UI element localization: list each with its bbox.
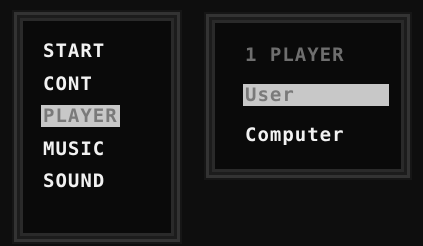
menu-item-label: MUSIC	[43, 137, 106, 160]
player-option-user[interactable]: User	[243, 75, 389, 115]
player-option-label: Computer	[245, 124, 345, 146]
menu-item-label: SOUND	[43, 170, 106, 192]
main-menu-panel: START CONT PLAYER MUSIC SOUND	[14, 12, 180, 242]
player-option-label: User	[243, 84, 389, 106]
player-option-computer[interactable]: Computer	[243, 115, 389, 155]
menu-item-cont[interactable]: CONT	[41, 68, 120, 101]
menu-item-player[interactable]: PLAYER	[41, 100, 120, 133]
player-submenu-panel: 1 PLAYER User Computer	[206, 14, 410, 178]
menu-item-sound[interactable]: SOUND	[41, 165, 120, 198]
main-menu-list: START CONT PLAYER MUSIC SOUND	[41, 35, 120, 198]
menu-item-start[interactable]: START	[41, 35, 120, 68]
menu-item-label: CONT	[43, 72, 93, 95]
menu-item-label: PLAYER	[41, 105, 120, 127]
player-submenu-header: 1 PLAYER	[243, 35, 389, 75]
menu-item-label: START	[43, 40, 106, 62]
player-submenu-list: 1 PLAYER User Computer	[243, 35, 389, 155]
menu-item-music[interactable]: MUSIC	[41, 133, 120, 166]
game-screen: START CONT PLAYER MUSIC SOUND 1 PLAYER U…	[0, 0, 423, 246]
player-submenu-title: 1 PLAYER	[245, 44, 345, 66]
